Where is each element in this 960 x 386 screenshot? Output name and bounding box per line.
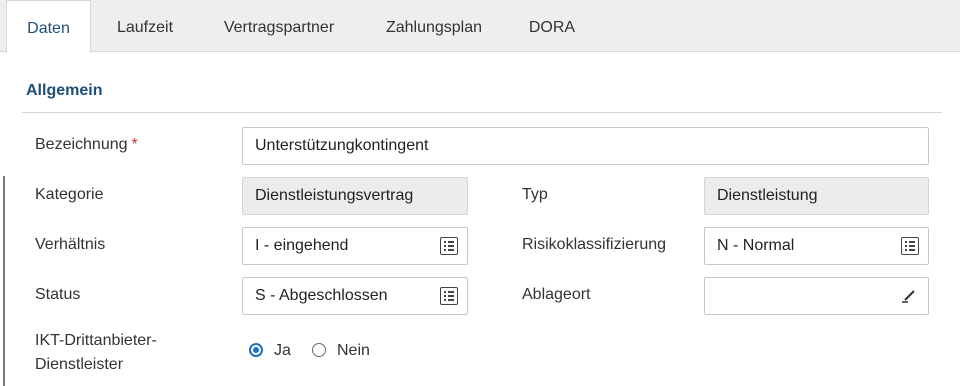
tab-laufzeit[interactable]: Laufzeit — [99, 0, 191, 52]
pencil-icon[interactable] — [901, 288, 917, 304]
ikt-label: IKT-Drittanbieter- Dienstleister — [35, 332, 157, 373]
risikoklassifizierung-value: N - Normal — [717, 237, 795, 254]
list-select-icon[interactable] — [440, 237, 458, 255]
left-border-line — [3, 176, 5, 386]
kategorie-label: Kategorie — [35, 186, 104, 203]
status-label: Status — [35, 286, 81, 303]
list-select-icon[interactable] — [901, 237, 919, 255]
bezeichnung-input[interactable]: Unterstützungkontingent — [242, 127, 929, 165]
status-select[interactable]: S - Abgeschlossen — [242, 277, 468, 315]
typ-field: Dienstleistung — [704, 177, 929, 215]
typ-value: Dienstleistung — [717, 187, 818, 204]
verhaeltnis-value: I - eingehend — [255, 237, 349, 254]
tab-dora[interactable]: DORA — [514, 0, 590, 52]
bezeichnung-label: Bezeichnung * — [35, 136, 138, 153]
kategorie-value: Dienstleistungsvertrag — [255, 187, 414, 204]
ikt-radio-nein-label[interactable]: Nein — [337, 342, 370, 360]
tab-zahlungsplan[interactable]: Zahlungsplan — [366, 0, 502, 52]
bezeichnung-value: Unterstützungkontingent — [255, 137, 429, 154]
section-divider — [22, 112, 942, 113]
tab-vertragspartner[interactable]: Vertragspartner — [202, 0, 356, 52]
ikt-radio-ja[interactable] — [249, 343, 263, 357]
risikoklassifizierung-select[interactable]: N - Normal — [704, 227, 929, 265]
risikoklassifizierung-label: Risikoklassifizierung — [522, 236, 667, 253]
section-title: Allgemein — [26, 82, 103, 99]
kategorie-field: Dienstleistungsvertrag — [242, 177, 468, 215]
tab-daten[interactable]: Daten — [6, 0, 91, 53]
verhaeltnis-select[interactable]: I - eingehend — [242, 227, 468, 265]
status-value: S - Abgeschlossen — [255, 287, 388, 304]
ablageort-input[interactable] — [704, 277, 929, 315]
tab-bar: Daten Laufzeit Vertragspartner Zahlungsp… — [0, 0, 960, 53]
verhaeltnis-label: Verhältnis — [35, 236, 106, 253]
ablageort-label: Ablageort — [522, 286, 591, 303]
typ-label: Typ — [522, 186, 548, 203]
list-select-icon[interactable] — [440, 287, 458, 305]
ikt-radio-ja-label[interactable]: Ja — [274, 342, 291, 360]
ikt-radio-nein[interactable] — [312, 343, 326, 357]
required-marker: * — [131, 136, 138, 153]
